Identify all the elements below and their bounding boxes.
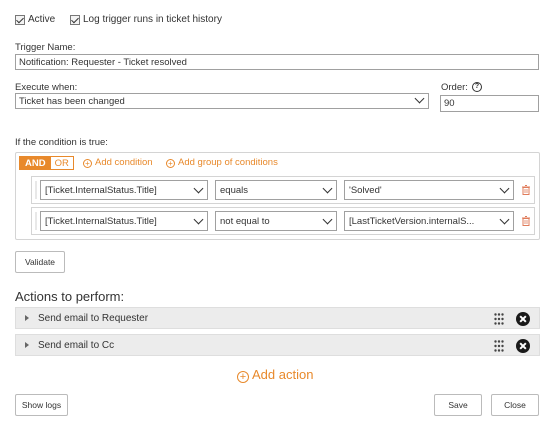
condition-field-value: [Ticket.InternalStatus.Title]	[45, 216, 157, 227]
plus-circle-icon: +	[166, 159, 175, 168]
action-item[interactable]: Send email to Cc	[15, 334, 540, 356]
add-group-link[interactable]: + Add group of conditions	[166, 157, 278, 168]
log-trigger-label: Log trigger runs in ticket history	[83, 14, 222, 25]
add-action-label: Add action	[252, 367, 314, 382]
save-button[interactable]: Save	[434, 394, 482, 416]
add-condition-label: Add condition	[95, 157, 153, 168]
execute-when-value: Ticket has been changed	[19, 96, 125, 107]
drag-handle-icon[interactable]	[494, 340, 504, 352]
validate-button[interactable]: Validate	[15, 251, 65, 273]
plus-circle-icon: +	[237, 371, 249, 383]
condition-row: [Ticket.InternalStatus.Title] not equal …	[31, 207, 535, 235]
condition-row: [Ticket.InternalStatus.Title] equals 'So…	[31, 176, 535, 204]
active-checkbox[interactable]	[15, 15, 25, 25]
condition-operator-value: not equal to	[220, 216, 270, 227]
condition-field-select[interactable]: [Ticket.InternalStatus.Title]	[40, 211, 208, 231]
trigger-name-label: Trigger Name:	[15, 42, 76, 53]
actions-heading: Actions to perform:	[15, 289, 125, 304]
action-label: Send email to Cc	[38, 340, 115, 351]
order-input[interactable]: 90	[440, 95, 539, 112]
action-label: Send email to Requester	[38, 313, 149, 324]
order-label: Order:	[441, 82, 468, 93]
add-group-label: Add group of conditions	[178, 157, 278, 168]
condition-value-select[interactable]: 'Solved'	[344, 180, 514, 200]
add-action-link[interactable]: + Add action	[237, 367, 313, 383]
condition-value: 'Solved'	[349, 185, 382, 196]
execute-when-select[interactable]: Ticket has been changed	[15, 93, 429, 109]
active-label: Active	[28, 14, 56, 25]
trigger-name-input[interactable]: Notification: Requester - Ticket resolve…	[15, 54, 539, 70]
and-button[interactable]: AND	[20, 157, 51, 169]
execute-when-label: Execute when:	[15, 82, 78, 93]
action-item[interactable]: Send email to Requester	[15, 307, 540, 329]
drag-handle-icon[interactable]	[494, 313, 504, 325]
or-button[interactable]: OR	[50, 157, 73, 169]
trash-icon[interactable]	[522, 185, 530, 195]
and-or-toggle: AND OR	[19, 156, 74, 170]
condition-heading: If the condition is true:	[15, 137, 108, 148]
close-button[interactable]: Close	[491, 394, 539, 416]
help-icon[interactable]: ?	[472, 82, 482, 92]
remove-action-icon[interactable]	[516, 339, 530, 353]
log-trigger-checkbox[interactable]	[70, 15, 80, 25]
expand-triangle-icon[interactable]	[25, 342, 29, 348]
show-logs-button[interactable]: Show logs	[15, 394, 68, 416]
trash-icon[interactable]	[522, 216, 530, 226]
condition-operator-select[interactable]: not equal to	[215, 211, 337, 231]
condition-value: [LastTicketVersion.internalS...	[349, 216, 475, 227]
condition-operator-select[interactable]: equals	[215, 180, 337, 200]
condition-operator-value: equals	[220, 185, 248, 196]
condition-value-select[interactable]: [LastTicketVersion.internalS...	[344, 211, 514, 231]
remove-action-icon[interactable]	[516, 312, 530, 326]
condition-field-select[interactable]: [Ticket.InternalStatus.Title]	[40, 180, 208, 200]
plus-circle-icon: +	[83, 159, 92, 168]
expand-triangle-icon[interactable]	[25, 315, 29, 321]
add-condition-link[interactable]: + Add condition	[83, 157, 153, 168]
condition-field-value: [Ticket.InternalStatus.Title]	[45, 185, 157, 196]
